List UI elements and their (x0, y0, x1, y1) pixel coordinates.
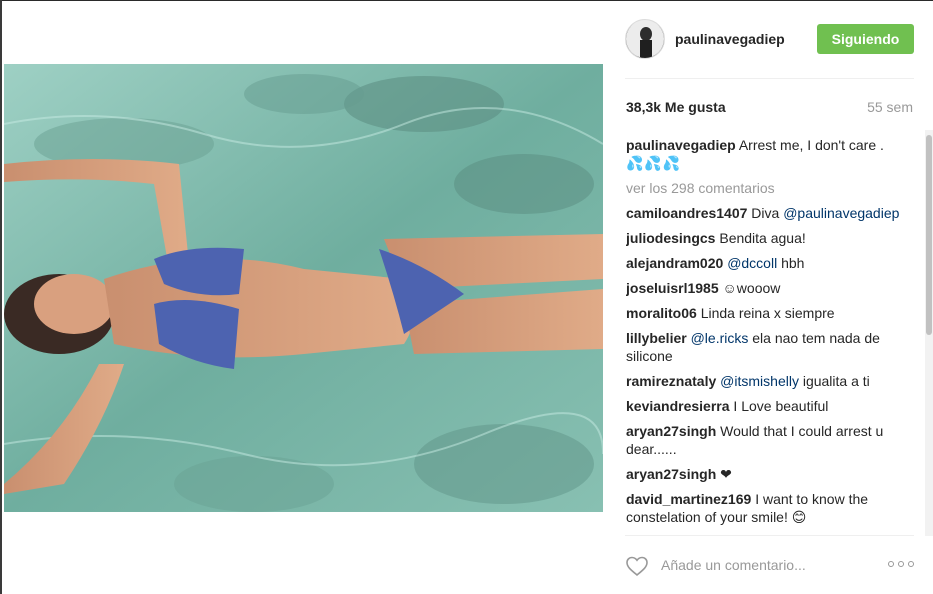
ellipsis-dot (898, 561, 904, 567)
comment-item: lillybelier @le.ricks ela nao tem nada d… (626, 329, 914, 365)
comment-username[interactable]: keviandresierra (626, 398, 730, 414)
comment-mention-link[interactable]: @le.ricks (691, 330, 749, 346)
comment-username[interactable]: aryan27singh (626, 423, 716, 439)
comment-text: Bendita agua! (719, 230, 806, 246)
comment-item: juliodesingcs Bendita agua! (626, 229, 914, 247)
comment-username[interactable]: lillybelier (626, 330, 687, 346)
comment-item: alejandram020 @dccoll hbh (626, 254, 914, 272)
comment-item: david_martinez169 I want to know the con… (626, 490, 914, 526)
comment-mention-link[interactable]: @paulinavegadiep (783, 205, 899, 221)
comment-item: ramireznataly @itsmishelly igualita a ti (626, 372, 914, 390)
caption-username[interactable]: paulinavegadiep (626, 137, 736, 153)
post-timestamp[interactable]: 55 sem (867, 99, 913, 115)
comment-rows: camiloandres1407 Diva @paulinavegadiep ju… (626, 204, 914, 526)
caption-text: Arrest me, I don't care . (738, 137, 884, 153)
post-photo-illustration (4, 64, 603, 512)
heart-outline-icon[interactable] (625, 555, 649, 577)
post-header: paulinavegadiep Siguiendo (603, 0, 933, 79)
comment-input[interactable] (661, 557, 841, 573)
footer-divider (625, 535, 914, 536)
comments-scrollbar-thumb[interactable] (926, 135, 932, 335)
comment-item: moralito06 Linda reina x siempre (626, 304, 914, 322)
comment-username[interactable]: joseluisrl1985 (626, 280, 719, 296)
ellipsis-icon[interactable] (888, 561, 916, 571)
comment-text-after: hbh (777, 255, 805, 271)
author-avatar[interactable] (625, 19, 665, 59)
caption: paulinavegadiep Arrest me, I don't care … (626, 136, 914, 172)
comment-username[interactable]: aryan27singh (626, 466, 716, 482)
comment-mention-link[interactable]: @dccoll (727, 255, 777, 271)
post-side-panel: paulinavegadiep Siguiendo 38,3k Me gusta… (603, 0, 933, 594)
author-username[interactable]: paulinavegadiep (675, 31, 785, 47)
comment-text: Diva (751, 205, 784, 221)
post-photo[interactable] (4, 64, 603, 512)
ellipsis-dot (888, 561, 894, 567)
comment-username[interactable]: camiloandres1407 (626, 205, 747, 221)
comments-list: paulinavegadiep Arrest me, I don't care … (626, 136, 914, 534)
comment-username[interactable]: david_martinez169 (626, 491, 751, 507)
following-button[interactable]: Siguiendo (817, 24, 914, 54)
comment-username[interactable]: ramireznataly (626, 373, 716, 389)
comment-username[interactable]: moralito06 (626, 305, 697, 321)
comment-item: joseluisrl1985 ☺wooow (626, 279, 914, 297)
likes-count[interactable]: 38,3k Me gusta (626, 99, 726, 115)
comment-item: aryan27singh Would that I could arrest u… (626, 422, 914, 458)
view-all-comments-link[interactable]: ver los 298 comentarios (626, 179, 914, 197)
comment-mention-link[interactable]: @itsmishelly (720, 373, 799, 389)
comment-text: ❤ (720, 466, 732, 482)
comment-text: Linda reina x siempre (700, 305, 835, 321)
comment-username[interactable]: juliodesingcs (626, 230, 715, 246)
caption-emoji: 💦💦💦 (626, 155, 682, 171)
comment-item: camiloandres1407 Diva @paulinavegadiep (626, 204, 914, 222)
comment-username[interactable]: alejandram020 (626, 255, 723, 271)
comment-text: ☺wooow (722, 280, 781, 296)
window-left-border (0, 0, 2, 594)
comment-text: I Love beautiful (733, 398, 829, 414)
header-divider (625, 78, 914, 79)
comment-item: keviandresierra I Love beautiful (626, 397, 914, 415)
avatar-image (626, 20, 664, 58)
comment-item: aryan27singh ❤ (626, 465, 914, 483)
comment-text-after: igualita a ti (798, 373, 870, 389)
ellipsis-dot (908, 561, 914, 567)
